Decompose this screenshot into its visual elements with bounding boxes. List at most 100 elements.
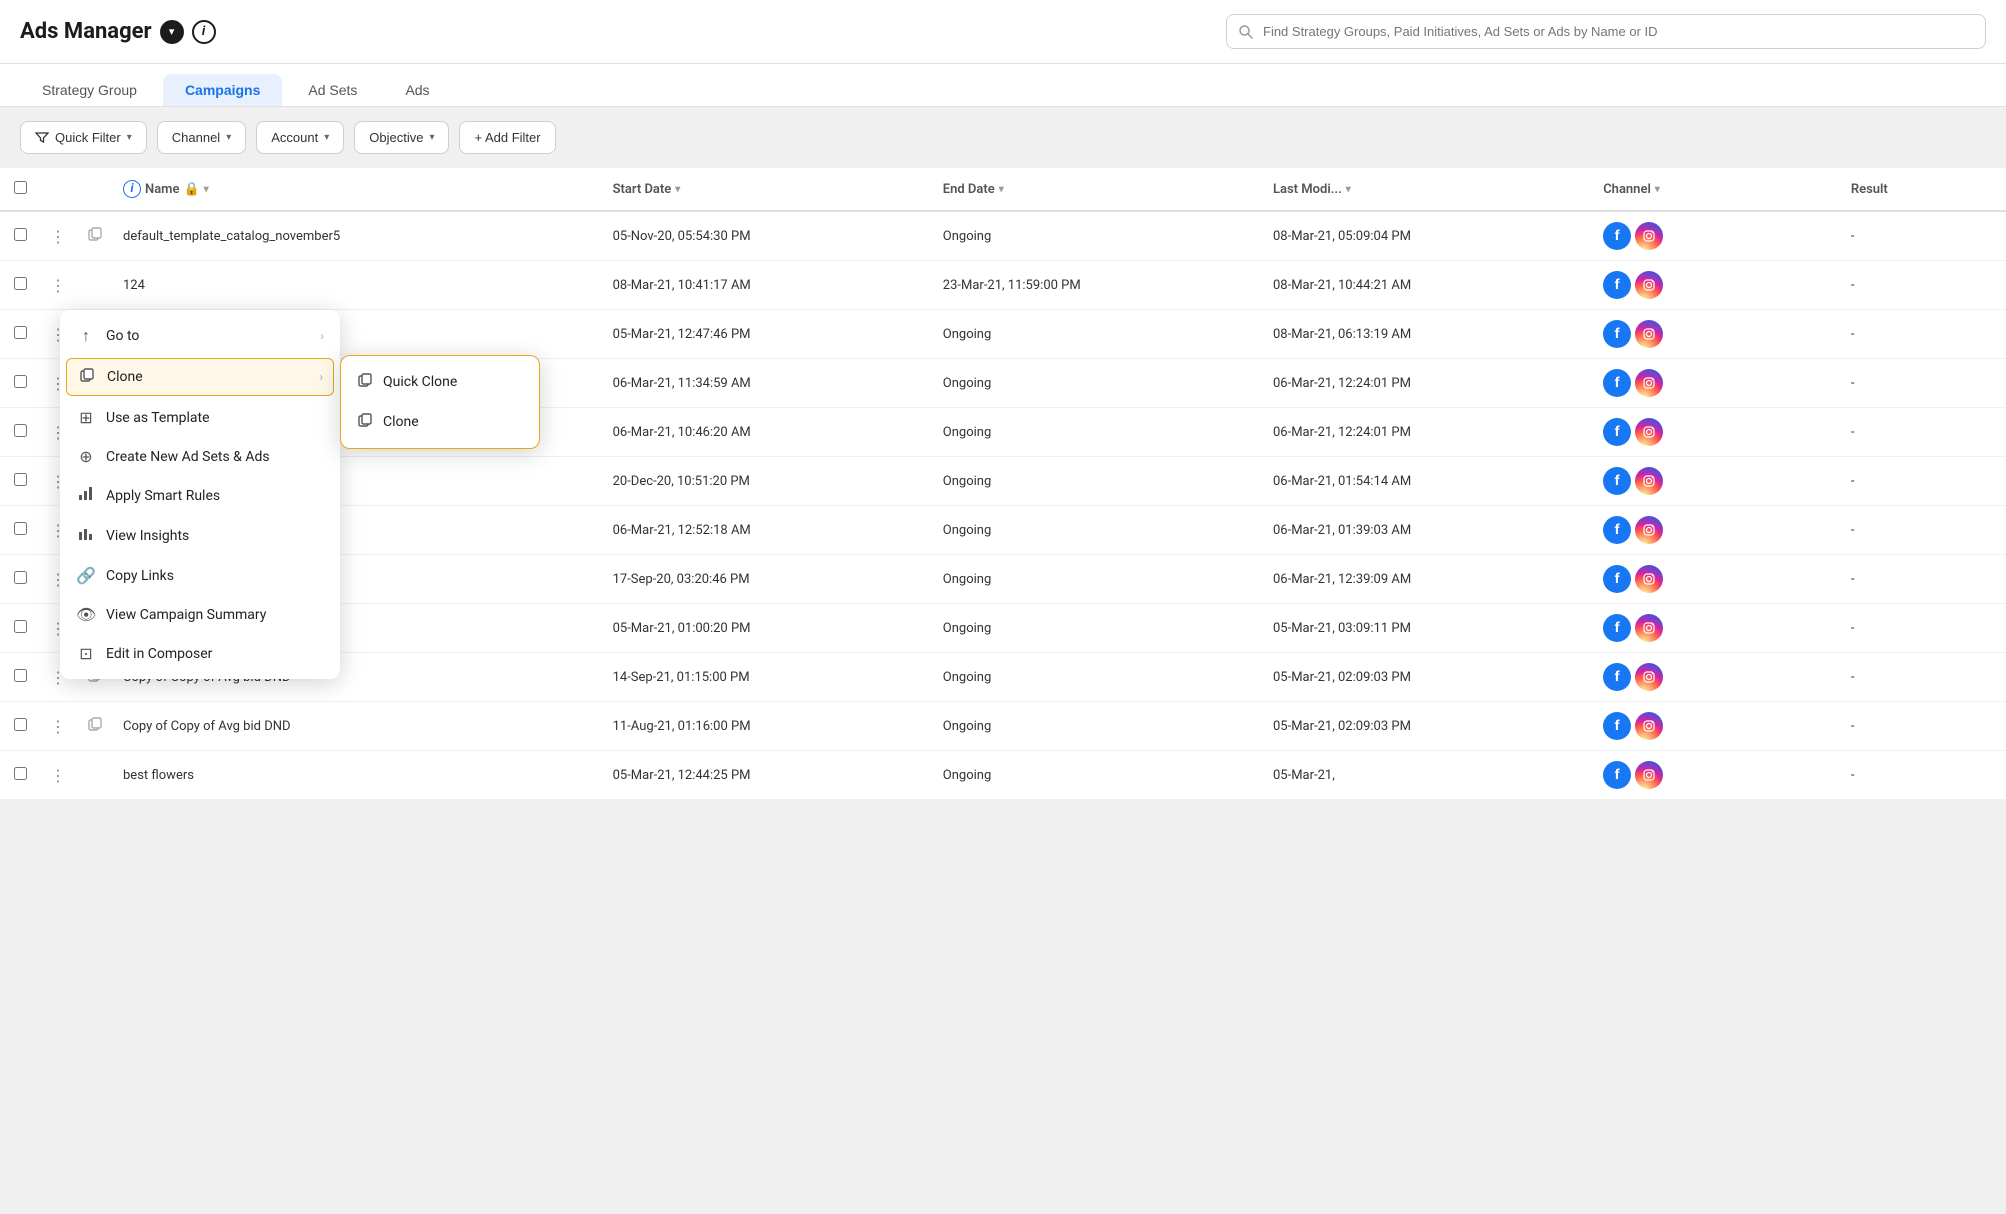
quick-filter-caret: ▾: [127, 132, 132, 143]
column-info-icon[interactable]: i: [123, 180, 141, 198]
start-date-sort-icon[interactable]: ▾: [675, 184, 680, 195]
end-date-column-header: End Date: [943, 182, 995, 197]
row-channel: f: [1593, 751, 1841, 800]
row-end-date: Ongoing: [933, 408, 1263, 457]
channel-icons: f: [1603, 320, 1831, 348]
tabs-bar: Strategy Group Campaigns Ad Sets Ads: [0, 64, 2006, 107]
row-dots-icon[interactable]: ⋮: [50, 276, 67, 295]
row-last-modified: 06-Mar-21, 12:24:01 PM: [1263, 359, 1593, 408]
channel-icons: f: [1603, 418, 1831, 446]
context-menu[interactable]: ↑ Go to › Clone › ⊞ Use as Template ⊕: [60, 310, 340, 679]
context-menu-copy-links[interactable]: 🔗 Copy Links: [60, 556, 340, 595]
row-channel: f: [1593, 702, 1841, 751]
row-last-modified: 06-Mar-21, 12:39:09 AM: [1263, 555, 1593, 604]
context-menu-apply-smart-rules[interactable]: Apply Smart Rules: [60, 476, 340, 516]
channel-icons: f: [1603, 369, 1831, 397]
row-result: -: [1841, 211, 2006, 261]
account-filter-button[interactable]: Account ▾: [256, 121, 344, 154]
title-dropdown-button[interactable]: ▾: [160, 20, 184, 44]
tab-ads[interactable]: Ads: [383, 74, 451, 106]
tab-strategy-group[interactable]: Strategy Group: [20, 74, 159, 106]
row-result: -: [1841, 457, 2006, 506]
row-dots-cell: ⋮: [40, 751, 77, 800]
row-checkbox-cell: [0, 702, 40, 751]
row-checkbox[interactable]: [14, 326, 27, 339]
tab-ad-sets[interactable]: Ad Sets: [286, 74, 379, 106]
context-menu-edit-in-composer[interactable]: ⊡ Edit in Composer: [60, 634, 340, 673]
context-menu-clone[interactable]: Clone ›: [66, 358, 334, 396]
context-menu-create-new-ad-sets[interactable]: ⊕ Create New Ad Sets & Ads: [60, 437, 340, 476]
facebook-icon: f: [1603, 467, 1631, 495]
last-modified-sort-icon[interactable]: ▾: [1346, 184, 1351, 195]
end-date-sort-icon[interactable]: ▾: [999, 184, 1004, 195]
result-column-header: Result: [1851, 182, 1888, 197]
objective-filter-label: Objective: [369, 130, 423, 145]
row-last-modified: 08-Mar-21, 05:09:04 PM: [1263, 211, 1593, 261]
row-checkbox-cell: [0, 506, 40, 555]
row-checkbox[interactable]: [14, 424, 27, 437]
row-result: -: [1841, 359, 2006, 408]
row-end-date: Ongoing: [933, 702, 1263, 751]
row-checkbox[interactable]: [14, 669, 27, 682]
context-menu-view-insights[interactable]: View Insights: [60, 516, 340, 556]
submenu-clone[interactable]: Clone: [341, 402, 539, 442]
add-filter-button[interactable]: + Add Filter: [459, 121, 555, 154]
row-copy-icon-cell: [77, 211, 113, 261]
row-copy-icon[interactable]: [87, 228, 103, 246]
row-end-date: Ongoing: [933, 751, 1263, 800]
channel-icons: f: [1603, 761, 1831, 789]
row-end-date: Ongoing: [933, 506, 1263, 555]
name-sort-icon[interactable]: ▾: [204, 184, 209, 195]
filters-bar: Quick Filter ▾ Channel ▾ Account ▾ Objec…: [0, 107, 2006, 168]
row-dots-icon[interactable]: ⋮: [50, 227, 67, 246]
row-checkbox-cell: [0, 359, 40, 408]
tab-campaigns[interactable]: Campaigns: [163, 74, 282, 106]
row-last-modified: 06-Mar-21, 12:24:01 PM: [1263, 408, 1593, 457]
row-checkbox[interactable]: [14, 375, 27, 388]
quick-filter-button[interactable]: Quick Filter ▾: [20, 121, 147, 154]
info-icon[interactable]: i: [192, 20, 216, 44]
row-checkbox[interactable]: [14, 620, 27, 633]
row-copy-icon[interactable]: [87, 718, 103, 736]
clone-submenu[interactable]: Quick Clone Clone: [340, 355, 540, 449]
row-last-modified: 05-Mar-21, 02:09:03 PM: [1263, 653, 1593, 702]
row-channel: f: [1593, 506, 1841, 555]
objective-filter-button[interactable]: Objective ▾: [354, 121, 449, 154]
context-menu-use-as-template[interactable]: ⊞ Use as Template: [60, 398, 340, 437]
instagram-icon: [1635, 565, 1663, 593]
facebook-icon: f: [1603, 712, 1631, 740]
row-checkbox[interactable]: [14, 522, 27, 535]
search-input[interactable]: [1226, 14, 1986, 49]
row-checkbox[interactable]: [14, 767, 27, 780]
row-name: Copy of Copy of Avg bid DND: [113, 702, 603, 751]
apply-smart-rules-icon: [76, 486, 96, 506]
channel-filter-button[interactable]: Channel ▾: [157, 121, 246, 154]
context-menu-view-campaign-summary[interactable]: 👁 View Campaign Summary: [60, 595, 340, 634]
row-result: -: [1841, 604, 2006, 653]
instagram-icon: [1635, 271, 1663, 299]
channel-sort-icon[interactable]: ▾: [1655, 184, 1660, 195]
clone-label: Clone: [107, 369, 143, 385]
row-name: 124: [113, 261, 603, 310]
row-dots-icon[interactable]: ⋮: [50, 766, 67, 785]
row-checkbox[interactable]: [14, 571, 27, 584]
create-new-ad-sets-label: Create New Ad Sets & Ads: [106, 449, 270, 465]
row-end-date: Ongoing: [933, 359, 1263, 408]
context-menu-go-to[interactable]: ↑ Go to ›: [60, 316, 340, 356]
row-checkbox-cell: [0, 751, 40, 800]
row-checkbox[interactable]: [14, 228, 27, 241]
row-last-modified: 06-Mar-21, 01:54:14 AM: [1263, 457, 1593, 506]
row-start-date: 17-Sep-20, 03:20:46 PM: [603, 555, 933, 604]
channel-icons: f: [1603, 467, 1831, 495]
row-checkbox[interactable]: [14, 718, 27, 731]
select-all-checkbox[interactable]: [14, 181, 27, 194]
submenu-quick-clone[interactable]: Quick Clone: [341, 362, 539, 402]
add-filter-label: + Add Filter: [474, 130, 540, 145]
row-checkbox[interactable]: [14, 277, 27, 290]
row-channel: f: [1593, 653, 1841, 702]
instagram-icon: [1635, 712, 1663, 740]
row-checkbox[interactable]: [14, 473, 27, 486]
row-checkbox-cell: [0, 261, 40, 310]
row-dots-icon[interactable]: ⋮: [50, 717, 67, 736]
row-start-date: 05-Mar-21, 12:44:25 PM: [603, 751, 933, 800]
